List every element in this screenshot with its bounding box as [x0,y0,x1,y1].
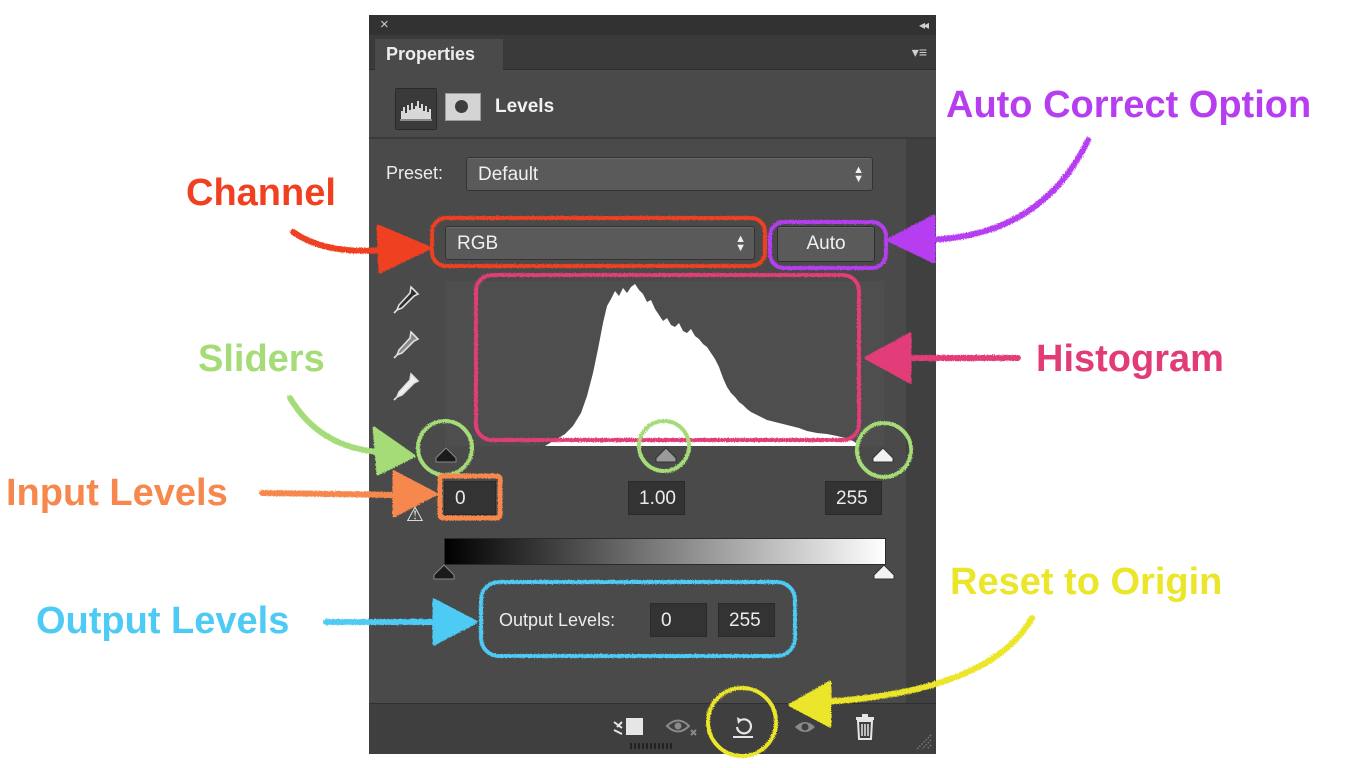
view-previous-icon[interactable] [665,714,699,740]
bottom-drag-grip[interactable] [630,743,674,749]
channel-dropdown[interactable]: RGB ▲ ▼ [445,226,755,260]
label-output-levels: Output Levels [36,600,290,642]
mask-icon[interactable] [445,93,481,121]
white-input-slider[interactable] [872,447,894,463]
label-auto-correct: Auto Correct Option [946,84,1312,126]
output-gradient-bar [444,538,886,565]
label-channel: Channel [186,172,336,214]
black-output-slider[interactable] [433,564,455,580]
preset-dropdown[interactable]: Default ▲ ▼ [466,157,873,191]
histogram-icon[interactable] [395,88,437,130]
gamma-input-slider[interactable] [655,447,677,463]
histogram-shape [545,284,859,446]
output-levels-label: Output Levels: [499,610,616,630]
preset-label: Preset: [386,163,444,183]
clip-to-layer-icon[interactable] [611,714,645,740]
output-black-field[interactable]: 0 [650,603,707,637]
visibility-icon[interactable] [789,714,823,740]
white-output-slider[interactable] [873,564,895,580]
label-reset: Reset to Origin [950,561,1223,603]
auto-button[interactable]: Auto [777,226,875,262]
label-input-levels: Input Levels [6,472,228,514]
channel-value: RGB [457,233,499,254]
input-white-field[interactable]: 255 [825,481,882,515]
scrollbar[interactable] [906,139,936,703]
properties-panel: × ◂◂ Properties ▾≡ Levels Preset: Defaul… [369,15,936,754]
output-white-field[interactable]: 255 [718,603,775,637]
panel-menu-icon[interactable]: ▾≡ [912,44,927,61]
auto-arrow [917,137,1091,243]
panel-top-bar: × ◂◂ [369,15,936,35]
white-point-eyedropper-icon[interactable] [391,371,421,403]
close-icon[interactable]: × [380,15,389,35]
adjustment-title: Levels [495,96,555,117]
collapse-icon[interactable]: ◂◂ [919,15,929,35]
divider [369,137,936,139]
histogram [445,281,884,446]
input-black-field[interactable]: 0 [444,481,496,515]
label-sliders: Sliders [198,338,325,380]
warning-icon[interactable]: ⚠ [406,502,424,527]
sliders-arrow [287,395,383,455]
reset-icon[interactable] [727,714,761,740]
label-histogram: Histogram [1036,338,1224,380]
tab-bar: Properties ▾≡ [369,35,936,70]
black-input-slider[interactable] [435,447,457,463]
updown-arrow-icon: ▲ ▼ [735,233,746,254]
preset-value: Default [478,164,539,185]
resize-grip-icon[interactable] [914,732,932,750]
gray-point-eyedropper-icon[interactable] [391,329,421,361]
trash-icon[interactable] [849,714,883,740]
tab-properties[interactable]: Properties [375,39,503,70]
updown-arrow-icon: ▲ ▼ [853,164,864,185]
input-gamma-field[interactable]: 1.00 [628,481,685,515]
black-point-eyedropper-icon[interactable] [391,284,421,316]
